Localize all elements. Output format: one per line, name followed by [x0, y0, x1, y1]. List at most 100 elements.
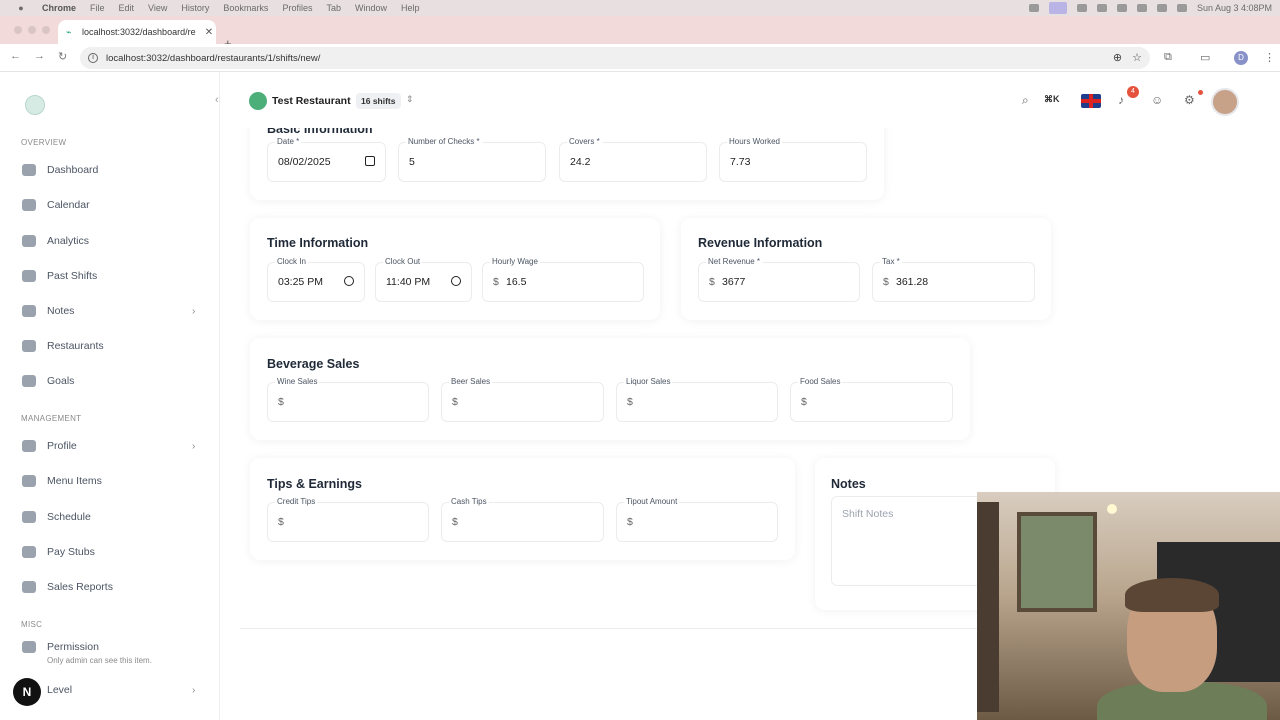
nextjs-dev-badge[interactable]: N [13, 678, 41, 706]
forward-icon[interactable]: → [34, 50, 45, 62]
control-center-icon[interactable] [1176, 4, 1187, 12]
sidebar-item-pay-stubs[interactable]: Pay Stubs [0, 539, 220, 565]
sidebar-item-restaurants[interactable]: Restaurants [0, 333, 220, 359]
back-icon[interactable]: ← [10, 50, 21, 62]
menu-view[interactable]: View [148, 3, 167, 13]
menu-profiles[interactable]: Profiles [282, 3, 312, 13]
sidebar-item-label: Level [47, 684, 73, 696]
url-text[interactable]: localhost:3032/dashboard/restaurants/1/s… [106, 53, 320, 64]
gear-icon[interactable]: ⚙ [1184, 93, 1195, 107]
close-window-icon[interactable] [14, 26, 22, 34]
menu-file[interactable]: File [90, 3, 105, 13]
spotlight-icon[interactable] [1156, 4, 1167, 12]
browser-toolbar: ← → ↻ i localhost:3032/dashboard/restaur… [0, 44, 1280, 72]
shift-notes-textarea[interactable]: Shift Notes [831, 496, 991, 586]
uk-flag-icon[interactable] [1081, 94, 1101, 108]
menu-tab[interactable]: Tab [326, 3, 341, 13]
webcam-ceiling-light [1107, 504, 1117, 514]
sidebar-item-goals[interactable]: Goals [0, 368, 220, 394]
browser-tab[interactable]: ⌁ localhost:3032/dashboard/re ✕ [58, 20, 216, 44]
sidepanel-icon[interactable]: ▭ [1200, 51, 1210, 64]
zoom-icon[interactable]: ⊕ [1113, 51, 1122, 64]
sidebar-item-past-shifts[interactable]: Past Shifts [0, 263, 220, 289]
menu-edit[interactable]: Edit [119, 3, 135, 13]
wifi-icon[interactable] [1136, 4, 1147, 12]
profile-avatar-icon[interactable]: D [1234, 51, 1248, 65]
food-sales-field[interactable]: $ [790, 382, 953, 422]
checks-field[interactable]: 5 [398, 142, 546, 182]
sidebar-item-profile[interactable]: Profile › [0, 433, 220, 459]
wine-sales-label: Wine Sales [275, 377, 320, 386]
tax-field[interactable]: $ 361.28 [872, 262, 1035, 302]
sidebar-item-analytics[interactable]: Analytics [0, 228, 220, 254]
contacts-icon[interactable]: ☺ [1151, 93, 1163, 107]
menu-chrome[interactable]: Chrome [42, 3, 76, 13]
sidebar-item-sales-reports[interactable]: Sales Reports [0, 574, 220, 600]
bell-icon[interactable]: ♪ [1118, 93, 1124, 107]
bookmark-star-icon[interactable]: ☆ [1132, 51, 1142, 64]
restaurant-switcher[interactable]: Test Restaurant [272, 95, 351, 107]
net-revenue-label: Net Revenue * [706, 257, 763, 266]
sidebar-item-notes[interactable]: Notes › [0, 298, 220, 324]
minimize-window-icon[interactable] [28, 26, 36, 34]
menu-help[interactable]: Help [401, 3, 420, 13]
screen-record-icon[interactable] [1048, 2, 1067, 14]
past-shifts-icon [22, 270, 36, 282]
clock-icon[interactable] [451, 276, 461, 286]
menu-bookmarks[interactable]: Bookmarks [223, 3, 268, 13]
extension-icon[interactable] [1076, 4, 1087, 12]
hourly-wage-field[interactable]: $ 16.5 [482, 262, 644, 302]
restaurant-icon [249, 92, 267, 110]
apple-icon[interactable]: ● [14, 3, 28, 13]
sidebar-item-schedule[interactable]: Schedule [0, 504, 220, 530]
wine-sales-field[interactable]: $ [267, 382, 429, 422]
hours-field[interactable]: 7.73 [719, 142, 867, 182]
address-bar[interactable]: i localhost:3032/dashboard/restaurants/1… [80, 47, 1150, 69]
sidebar-item-label: Menu Items [47, 475, 102, 487]
chevron-right-icon: › [192, 305, 196, 317]
tips-earnings-title: Tips & Earnings [267, 477, 362, 491]
clock-out-field[interactable]: 11:40 PM [375, 262, 472, 302]
net-revenue-field[interactable]: $ 3677 [698, 262, 860, 302]
sidebar-item-menu-items[interactable]: Menu Items [0, 468, 220, 494]
sidebar-item-calendar[interactable]: Calendar [0, 192, 220, 218]
app-logo[interactable] [25, 95, 45, 115]
liquor-sales-label: Liquor Sales [624, 377, 673, 386]
kebab-menu-icon[interactable]: ⋮ [1264, 51, 1275, 64]
cash-tips-label: Cash Tips [449, 497, 489, 506]
cash-tips-field[interactable]: $ [441, 502, 604, 542]
credit-tips-field[interactable]: $ [267, 502, 429, 542]
avatar[interactable] [1211, 88, 1239, 116]
clock-icon[interactable] [344, 276, 354, 286]
menu-window[interactable]: Window [355, 3, 387, 13]
sidebar-item-dashboard[interactable]: Dashboard [0, 157, 220, 183]
beer-sales-field[interactable]: $ [441, 382, 604, 422]
date-label: Date * [275, 137, 302, 146]
liquor-sales-field[interactable]: $ [616, 382, 778, 422]
section-misc: MISC [21, 620, 43, 629]
menubar-status-area: Sun Aug 3 4:08PM [1028, 0, 1272, 16]
collapse-sidebar-icon[interactable]: ‹ [215, 94, 219, 106]
covers-field[interactable]: 24.2 [559, 142, 707, 182]
site-info-icon[interactable]: i [88, 53, 98, 63]
notes-icon [22, 305, 36, 317]
extensions-icon[interactable]: ⧉ [1164, 51, 1172, 64]
zoom-window-icon[interactable] [42, 26, 50, 34]
status-icon[interactable] [1028, 4, 1039, 12]
menu-history[interactable]: History [181, 3, 209, 13]
close-tab-icon[interactable]: ✕ [202, 27, 216, 38]
battery-icon[interactable] [1116, 4, 1127, 12]
clock-in-field[interactable]: 03:25 PM [267, 262, 365, 302]
tips-earnings-card: Tips & Earnings $ Credit Tips $ Cash Tip… [250, 458, 795, 560]
moon-icon[interactable] [1096, 4, 1107, 12]
search-icon[interactable]: ⌕ [1022, 93, 1029, 108]
menubar-datetime[interactable]: Sun Aug 3 4:08PM [1197, 3, 1272, 13]
analytics-icon [22, 235, 36, 247]
chevron-up-down-icon[interactable]: ⇕ [406, 94, 414, 105]
sidebar-item-label: Past Shifts [47, 270, 98, 282]
tipout-amount-field[interactable]: $ [616, 502, 778, 542]
calendar-picker-icon[interactable] [365, 156, 375, 166]
date-field[interactable]: 08/02/2025 [267, 142, 386, 182]
hourly-wage-label: Hourly Wage [490, 257, 540, 266]
reload-icon[interactable]: ↻ [58, 50, 67, 63]
